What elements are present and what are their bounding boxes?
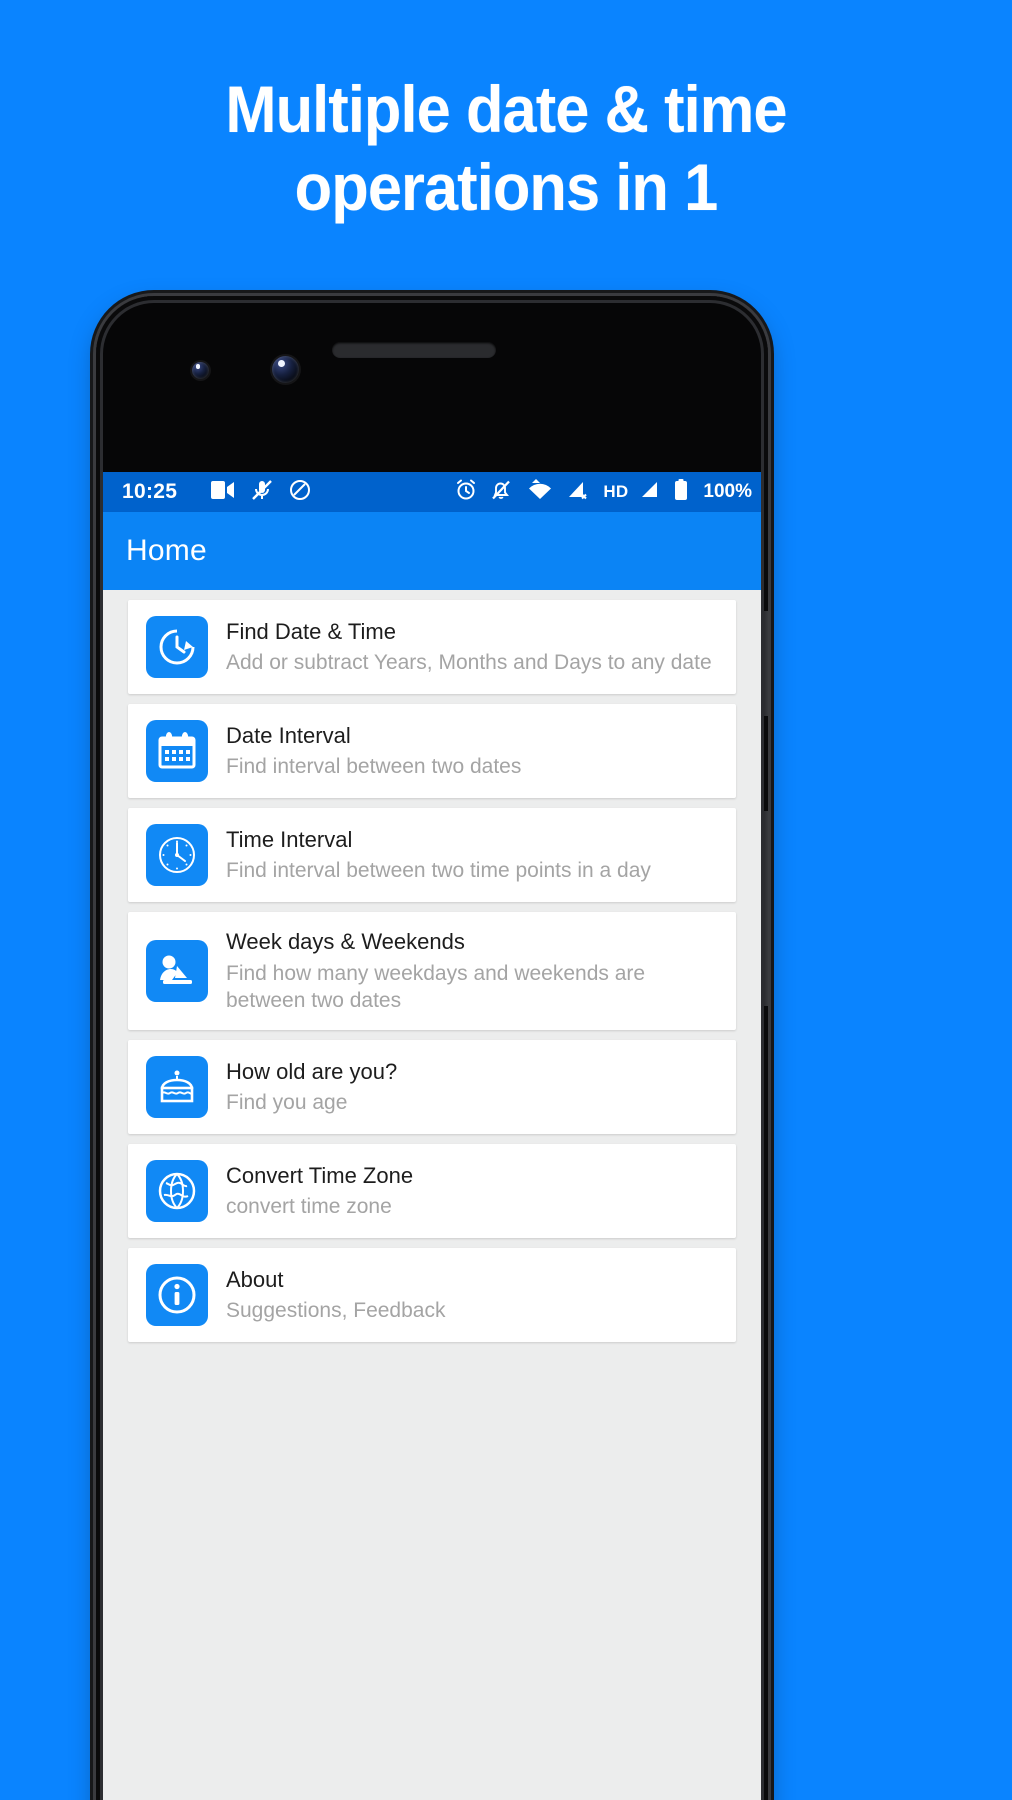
list-item-title: Convert Time Zone (226, 1162, 414, 1188)
list-item-weekdays-weekends[interactable]: Week days & Weekends Find how many weekd… (128, 912, 736, 1031)
list-item-text: Date Interval Find interval between two … (226, 722, 718, 781)
list-item-title: Week days & Weekends (226, 929, 465, 954)
battery-percent-label: 100% (703, 481, 752, 502)
list-item-subtitle: Find interval between two time points in… (226, 859, 651, 883)
headline-line-1: Multiple date & time (225, 72, 787, 146)
phone-power-button[interactable] (764, 811, 768, 1006)
list-item-date-interval[interactable]: Date Interval Find interval between two … (128, 704, 736, 798)
list-item-about[interactable]: About Suggestions, Feedback (128, 1248, 736, 1343)
phone-mockup: 10:25 HD 100% Home Find Date & Time Add … (96, 296, 768, 1800)
clock-arrow-icon (146, 616, 208, 678)
cake-slice-icon (146, 1056, 208, 1119)
list-item-title: Find Date & Time (226, 618, 396, 644)
front-camera-secondary-icon (192, 362, 209, 379)
promo-headline: Multiple date & time operations in 1 (35, 76, 976, 220)
list-item-title: About (226, 1266, 284, 1292)
list-item-subtitle: convert time zone (226, 1195, 392, 1219)
phone-screen: 10:25 HD 100% Home Find Date & Time Add … (100, 472, 764, 1800)
mic-off-icon (251, 479, 273, 506)
list-item-how-old-are-you[interactable]: How old are you? Find you age (128, 1040, 736, 1135)
list-item-subtitle: Suggestions, Feedback (226, 1299, 446, 1323)
feature-list: Find Date & Time Add or subtract Years, … (100, 590, 764, 1800)
list-item-title: Time Interval (226, 826, 353, 852)
signal-icon (641, 480, 661, 505)
earpiece-speaker (332, 342, 496, 358)
list-item-find-date-time[interactable]: Find Date & Time Add or subtract Years, … (128, 600, 736, 694)
list-item-text: Convert Time Zone convert time zone (226, 1162, 718, 1221)
battery-icon (674, 478, 688, 506)
wifi-icon (525, 478, 555, 506)
app-bar: Home (100, 512, 764, 590)
status-bar-clock: 10:25 (122, 480, 178, 503)
do-not-disturb-icon (289, 479, 311, 506)
info-icon (146, 1264, 208, 1327)
list-item-title: Date Interval (226, 722, 351, 748)
list-item-text: Week days & Weekends Find how many weekd… (226, 928, 718, 1014)
person-laptop-icon (146, 940, 208, 1003)
list-item-time-interval[interactable]: Time Interval Find interval between two … (128, 808, 736, 902)
phone-top-bezel (96, 296, 768, 472)
front-camera-primary-icon (272, 356, 299, 383)
status-bar-left: 10:25 (122, 479, 311, 506)
hd-label: HD (603, 482, 629, 501)
status-bar-right: HD 100% (455, 478, 752, 506)
list-item-text: How old are you? Find you age (226, 1058, 718, 1117)
list-item-text: Time Interval Find interval between two … (226, 826, 718, 885)
list-item-convert-time-zone[interactable]: Convert Time Zone convert time zone (128, 1144, 736, 1239)
signal-off-icon (568, 479, 590, 506)
list-item-subtitle: Add or subtract Years, Months and Days t… (226, 651, 712, 675)
globe-icon (146, 1160, 208, 1223)
list-item-title: How old are you? (226, 1058, 398, 1084)
phone-volume-button[interactable] (764, 611, 768, 716)
clock-icon (146, 824, 208, 886)
headline-line-2: operations in 1 (294, 150, 719, 224)
list-item-subtitle: Find interval between two dates (226, 755, 522, 779)
calendar-icon (146, 720, 208, 782)
list-item-text: About Suggestions, Feedback (226, 1266, 718, 1325)
list-item-subtitle: Find you age (226, 1091, 348, 1115)
page-title: Home (126, 534, 207, 567)
list-item-subtitle: Find how many weekdays and weekends are … (226, 961, 646, 1012)
alarm-icon (455, 479, 477, 506)
list-item-text: Find Date & Time Add or subtract Years, … (226, 618, 718, 677)
video-camera-icon (211, 480, 235, 504)
bell-off-icon (490, 479, 512, 506)
status-bar: 10:25 HD 100% (100, 472, 764, 512)
